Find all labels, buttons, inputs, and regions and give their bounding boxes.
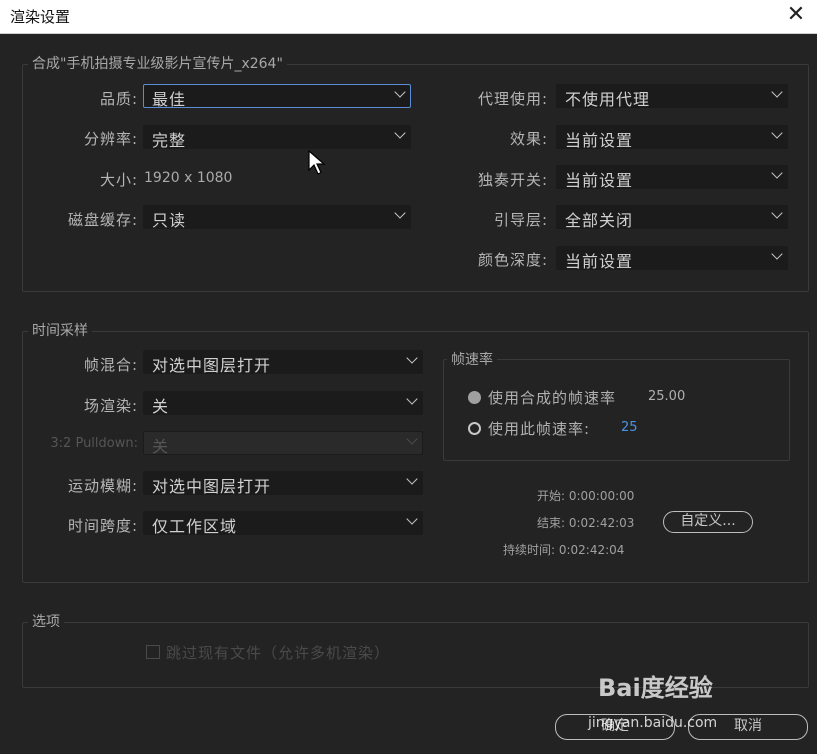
chevron-down-icon <box>406 352 418 364</box>
window-title: 渲染设置 <box>10 8 71 26</box>
disk-cache-value: 只读 <box>152 211 187 230</box>
use-this-rate-label[interactable]: 使用此帧速率: <box>488 418 590 439</box>
color-depth-dropdown[interactable]: 当前设置 <box>556 246 788 271</box>
field-render-label: 场渲染: <box>83 397 138 415</box>
chevron-down-icon <box>394 127 406 139</box>
proxy-dropdown[interactable]: 不使用代理 <box>556 84 788 109</box>
effects-dropdown[interactable]: 当前设置 <box>556 125 788 150</box>
chevron-down-icon <box>771 207 783 219</box>
chevron-down-icon <box>406 473 418 485</box>
time-sampling-group-label: 时间采样 <box>28 320 92 340</box>
quality-dropdown[interactable]: 最佳 <box>143 84 411 109</box>
field-render-value: 关 <box>152 397 170 416</box>
pulldown-label: 3:2 Pulldown: <box>50 436 138 451</box>
comp-rate-value: 25.00 <box>648 389 686 404</box>
frame-rate-group-label: 帧速率 <box>447 349 497 369</box>
chevron-down-icon <box>771 248 783 260</box>
frame-rate-group <box>443 359 790 461</box>
frame-blend-value: 对选中图层打开 <box>152 356 272 375</box>
frame-blend-label: 帧混合: <box>83 356 138 374</box>
guide-label: 引导层: <box>493 211 548 229</box>
time-span-value: 仅工作区域 <box>152 517 238 536</box>
pulldown-value: 关 <box>152 437 170 456</box>
motion-blur-dropdown[interactable]: 对选中图层打开 <box>143 471 423 496</box>
resolution-label: 分辨率: <box>83 130 138 148</box>
chevron-down-icon <box>394 207 406 219</box>
color-depth-label: 颜色深度: <box>477 251 548 269</box>
chevron-down-icon <box>771 127 783 139</box>
quality-value: 最佳 <box>152 90 187 109</box>
motion-blur-value: 对选中图层打开 <box>152 477 272 496</box>
close-icon[interactable]: ✕ <box>783 2 809 27</box>
guide-value: 全部关闭 <box>565 211 634 230</box>
chevron-down-icon <box>406 433 418 445</box>
watermark-logo: Bai度经验 <box>598 674 713 702</box>
title-bar: 渲染设置 ✕ <box>0 0 817 34</box>
effects-label: 效果: <box>509 130 548 148</box>
field-render-dropdown[interactable]: 关 <box>143 391 423 416</box>
chevron-down-icon <box>771 167 783 179</box>
time-span-label: 时间跨度: <box>67 517 138 535</box>
resolution-dropdown[interactable]: 完整 <box>143 125 411 150</box>
pulldown-dropdown: 关 <box>143 431 423 456</box>
chevron-down-icon <box>406 513 418 525</box>
size-value: 1920 x 1080 <box>144 170 233 186</box>
skip-existing-label: 跳过现有文件（允许多机渲染） <box>166 644 391 662</box>
skip-existing-checkbox <box>146 645 160 659</box>
chevron-down-icon <box>771 86 783 98</box>
solo-label: 独奏开关: <box>477 171 548 189</box>
proxy-value: 不使用代理 <box>565 90 651 109</box>
custom-button[interactable]: 自定义... <box>663 511 753 533</box>
start-time: 开始: 0:00:00:00 <box>537 489 635 503</box>
effects-value: 当前设置 <box>565 131 634 150</box>
solo-dropdown[interactable]: 当前设置 <box>556 165 788 190</box>
size-label: 大小: <box>99 171 138 189</box>
this-rate-value[interactable]: 25 <box>621 420 638 435</box>
frame-blend-dropdown[interactable]: 对选中图层打开 <box>143 350 423 375</box>
use-comp-rate-label[interactable]: 使用合成的帧速率 <box>488 387 616 408</box>
solo-value: 当前设置 <box>565 171 634 190</box>
duration-time: 持续时间: 0:02:42:04 <box>503 543 625 557</box>
time-span-dropdown[interactable]: 仅工作区域 <box>143 511 423 536</box>
guide-dropdown[interactable]: 全部关闭 <box>556 205 788 230</box>
mouse-cursor-icon <box>308 150 326 175</box>
disk-cache-dropdown[interactable]: 只读 <box>143 205 411 230</box>
quality-label: 品质: <box>99 90 138 108</box>
chevron-down-icon <box>394 86 406 98</box>
chevron-down-icon <box>406 393 418 405</box>
color-depth-value: 当前设置 <box>565 252 634 271</box>
use-this-rate-radio[interactable] <box>468 422 481 435</box>
composition-group-label: 合成"手机拍摄专业级影片宣传片_x264" <box>28 53 287 73</box>
disk-cache-label: 磁盘缓存: <box>67 211 138 229</box>
resolution-value: 完整 <box>152 131 187 150</box>
use-comp-rate-radio[interactable] <box>468 391 481 404</box>
proxy-label: 代理使用: <box>477 90 548 108</box>
watermark-url: jingyan.baidu.com <box>588 715 718 731</box>
options-group-label: 选项 <box>28 611 64 631</box>
motion-blur-label: 运动模糊: <box>67 477 138 495</box>
end-time: 结束: 0:02:42:03 <box>537 516 635 530</box>
